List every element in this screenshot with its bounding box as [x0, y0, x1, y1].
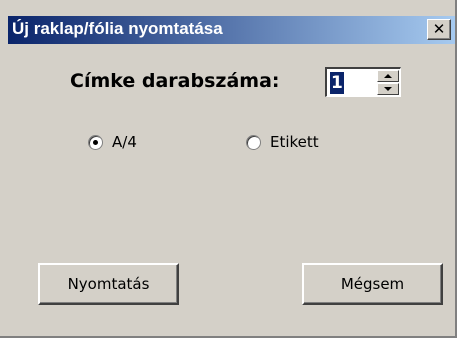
spin-up-button[interactable] — [377, 70, 399, 82]
radio-a4[interactable]: A/4 — [88, 132, 137, 152]
radio-button-unselected[interactable] — [246, 134, 261, 150]
dialog-window: Új raklap/fólia nyomtatása ✕ Címke darab… — [0, 0, 457, 338]
radio-a4-label: A/4 — [112, 133, 137, 151]
radio-button-selected[interactable] — [88, 134, 103, 150]
count-spinner[interactable]: 1 — [325, 67, 401, 97]
close-icon: ✕ — [432, 20, 446, 38]
count-value[interactable]: 1 — [330, 72, 344, 94]
arrow-up-icon — [384, 74, 392, 78]
window-title: Új raklap/fólia nyomtatása — [12, 19, 223, 38]
title-bar[interactable]: Új raklap/fólia nyomtatása ✕ — [8, 16, 455, 44]
arrow-down-icon — [384, 87, 392, 91]
radio-etikett[interactable]: Etikett — [246, 132, 319, 152]
spin-down-button[interactable] — [377, 83, 399, 95]
radio-etikett-label: Etikett — [270, 133, 319, 151]
radio-dot-icon — [93, 139, 98, 145]
label-count: Címke darabszáma: — [70, 70, 280, 92]
close-button[interactable]: ✕ — [427, 19, 451, 40]
cancel-button[interactable]: Mégsem — [302, 263, 443, 305]
print-button[interactable]: Nyomtatás — [38, 263, 179, 305]
